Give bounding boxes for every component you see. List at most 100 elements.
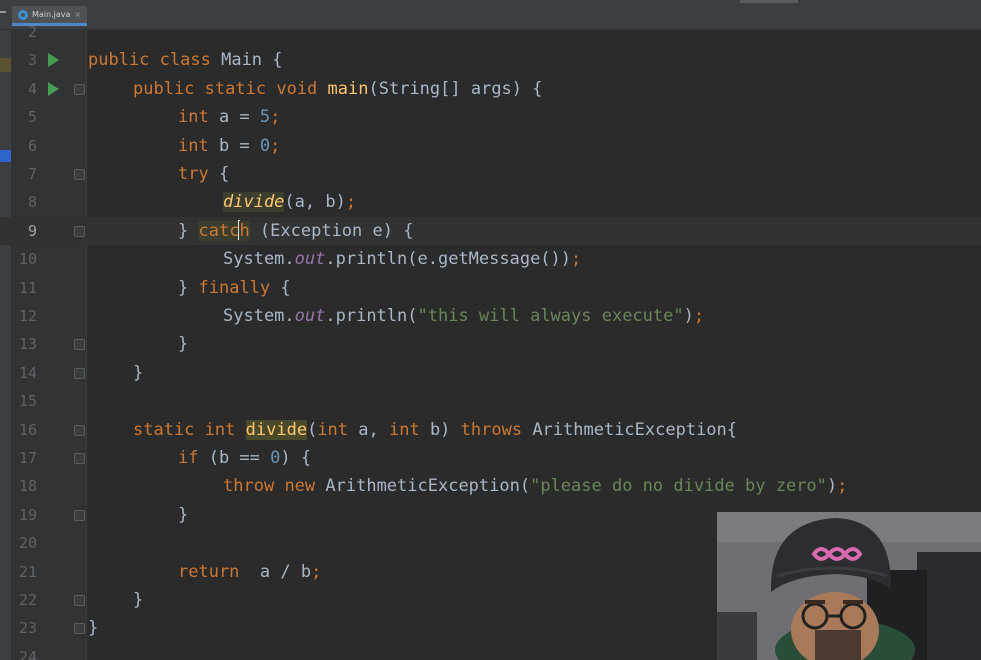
fold-icon[interactable] — [74, 623, 85, 635]
line-number: 6 — [27, 136, 37, 155]
code-line[interactable]: 2 — [0, 18, 981, 46]
code-line[interactable]: 6 int b = 0; — [0, 132, 981, 160]
fold-icon[interactable] — [74, 453, 85, 464]
code-line[interactable]: 3 public class Main { — [0, 46, 981, 74]
fold-icon[interactable] — [74, 595, 85, 606]
fold-icon[interactable] — [74, 424, 85, 436]
line-number: 8 — [27, 193, 37, 212]
code-line[interactable]: 8 divide(a, b); — [0, 188, 981, 216]
code-token: } — [133, 590, 144, 610]
code-text: return a / b; — [178, 558, 321, 586]
code-token: ) — [826, 476, 838, 497]
code-token: out — [294, 249, 326, 270]
code-token: 0 — [259, 135, 271, 156]
line-number: 10 — [18, 250, 37, 269]
code-token: finally — [198, 277, 271, 298]
line-number: 11 — [18, 278, 37, 297]
code-token: b = — [208, 135, 260, 156]
code-token: ArithmeticException( — [315, 476, 531, 497]
code-token: ; — [270, 135, 281, 156]
code-token: ; — [837, 476, 848, 497]
code-token: { — [208, 164, 230, 184]
line-number: 3 — [27, 51, 37, 70]
code-token: "please do no divide by zero" — [530, 476, 827, 497]
webcam-person-image — [717, 512, 981, 660]
line-number: 21 — [18, 562, 37, 581]
code-token: throw — [223, 476, 275, 497]
fold-icon[interactable] — [74, 225, 85, 237]
code-text: } — [178, 330, 188, 358]
code-line[interactable]: 15 — [0, 387, 981, 415]
run-icon[interactable] — [48, 81, 59, 96]
code-token: (a, b) — [284, 192, 346, 213]
code-token: int — [388, 419, 420, 440]
run-icon[interactable] — [48, 53, 59, 68]
code-line[interactable]: 7 try { — [0, 160, 981, 188]
code-token: return — [178, 561, 240, 582]
code-line[interactable]: 12 System.out.println("this will always e… — [0, 302, 981, 330]
fold-icon[interactable] — [74, 367, 85, 379]
line-number: 12 — [18, 307, 37, 325]
code-token: new — [284, 476, 316, 497]
fold-icon[interactable] — [74, 509, 85, 521]
code-token: "this will always execute" — [417, 306, 684, 326]
code-line[interactable]: 18 throw new ArithmeticException("please … — [0, 472, 981, 500]
code-token: } — [178, 277, 199, 298]
code-token: main — [327, 78, 369, 99]
fold-icon[interactable] — [74, 169, 85, 180]
line-number: 4 — [27, 79, 37, 98]
code-token: ArithmeticException{ — [522, 419, 738, 440]
line-number: 9 — [27, 221, 37, 240]
code-token: { — [270, 277, 291, 298]
fold-icon[interactable] — [74, 339, 85, 351]
code-text: } catch (Exception e) { — [178, 217, 413, 245]
code-token: } — [178, 504, 189, 525]
line-number: 24 — [18, 647, 37, 660]
code-text: } — [133, 586, 143, 614]
code-token: throws — [460, 419, 523, 440]
code-line[interactable]: 11} finally { — [0, 274, 981, 302]
line-number: 7 — [27, 165, 37, 183]
code-line[interactable]: 4 public static void main(String[] args) … — [0, 75, 981, 103]
code-token: b) — [419, 419, 461, 440]
code-text: throw new ArithmeticException("please do… — [223, 472, 847, 500]
code-text: public class Main { — [88, 46, 283, 74]
code-token: .println( — [325, 306, 418, 326]
code-line[interactable]: 14} — [0, 359, 981, 387]
line-number: 14 — [18, 363, 37, 382]
line-number: 22 — [18, 591, 37, 609]
code-line[interactable]: 17 if (b == 0) { — [0, 444, 981, 472]
fold-icon[interactable] — [74, 83, 85, 95]
code-line[interactable]: 10 System.out.println(e.getMessage()); — [0, 245, 981, 273]
code-text: divide(a, b); — [223, 188, 356, 216]
line-number: 18 — [18, 477, 37, 496]
code-token: 5 — [259, 107, 271, 128]
code-token: public — [88, 50, 150, 71]
code-token: int — [317, 419, 349, 440]
line-number: 16 — [18, 420, 37, 439]
code-line[interactable]: 16 static int divide(int a, int b) throws… — [0, 416, 981, 444]
line-number: 20 — [18, 534, 37, 553]
code-token: ; — [693, 306, 705, 326]
code-token: int — [178, 107, 209, 128]
code-token: 0 — [270, 448, 281, 468]
line-number: 2 — [27, 23, 37, 41]
code-line[interactable]: 9 } catch (Exception e) { — [0, 216, 981, 245]
code-token: try — [178, 164, 209, 184]
code-line[interactable]: 13} — [0, 330, 981, 358]
code-token: (b == — [198, 448, 271, 468]
code-token: ) — [683, 306, 694, 326]
code-text: int a = 5; — [178, 103, 280, 131]
code-token: a = — [208, 107, 260, 128]
code-token: System. — [223, 249, 295, 270]
code-line[interactable]: 5 int a = 5; — [0, 103, 981, 131]
line-number: 17 — [18, 449, 37, 467]
code-text: } — [133, 359, 143, 387]
code-text: static int divide(int a, int b) throws A… — [133, 416, 737, 444]
menu-icon[interactable] — [0, 11, 6, 13]
code-text: if (b == 0) { — [178, 444, 311, 472]
